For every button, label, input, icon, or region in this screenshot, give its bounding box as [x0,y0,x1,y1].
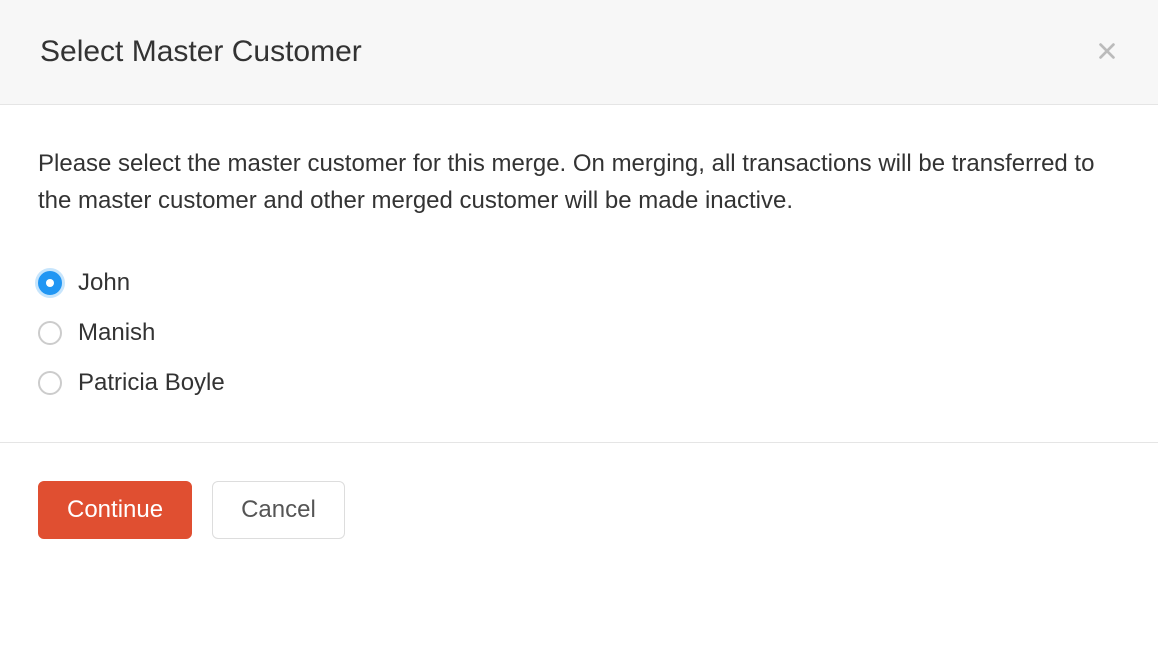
radio-option-manish[interactable]: Manish [38,319,1120,347]
radio-option-john[interactable]: John [38,269,1120,297]
radio-label: Patricia Boyle [78,369,225,397]
description-text: Please select the master customer for th… [38,145,1120,219]
close-button[interactable] [1096,40,1118,65]
continue-button[interactable]: Continue [38,481,192,539]
customer-radio-list: John Manish Patricia Boyle [38,269,1120,397]
modal-header: Select Master Customer [0,0,1158,105]
close-icon [1096,40,1118,65]
radio-label: John [78,269,130,297]
radio-icon [38,321,62,345]
radio-label: Manish [78,319,155,347]
modal-footer: Continue Cancel [0,442,1158,577]
radio-option-patricia-boyle[interactable]: Patricia Boyle [38,369,1120,397]
cancel-button[interactable]: Cancel [212,481,345,539]
radio-icon [38,371,62,395]
radio-icon [38,271,62,295]
modal-body: Please select the master customer for th… [0,105,1158,442]
modal-title: Select Master Customer [40,35,362,69]
